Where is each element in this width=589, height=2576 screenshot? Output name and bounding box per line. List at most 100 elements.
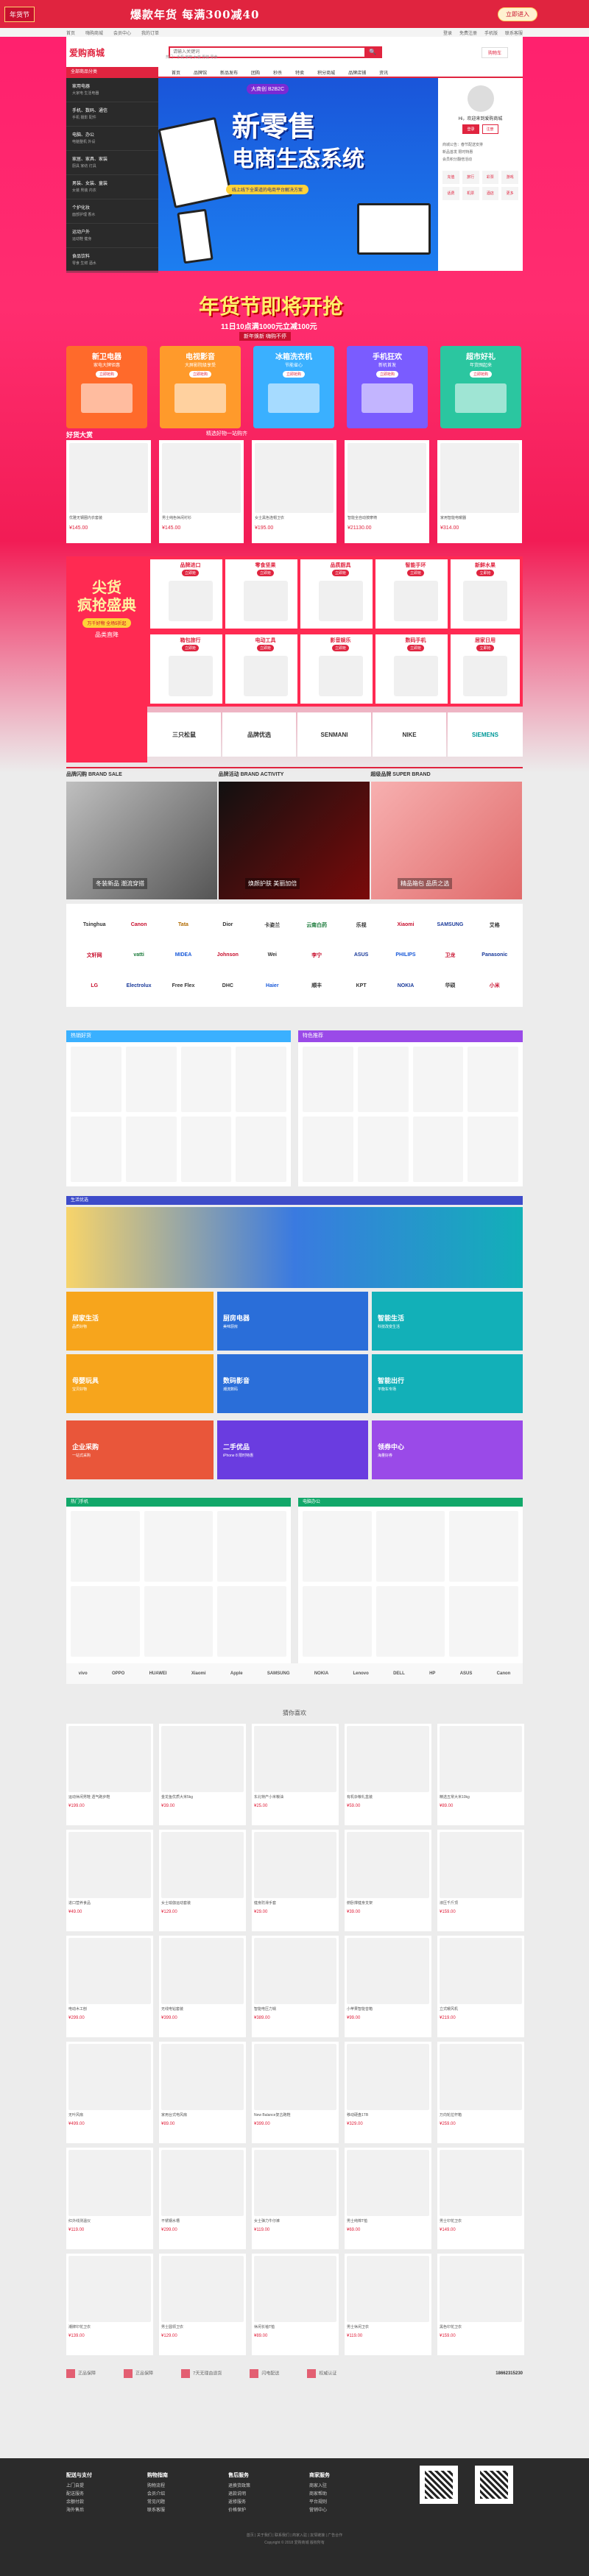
brand-logo[interactable]: vivo	[79, 1671, 88, 1676]
nav-item[interactable]: 秒杀	[273, 69, 282, 76]
category-item[interactable]: 家用电器 大家电 生活电器	[66, 78, 158, 102]
flash-cell[interactable]: 箱包旅行 立即抢	[147, 631, 233, 707]
brand-tile[interactable]: 三只松鼠	[147, 712, 221, 757]
product-card[interactable]: 潮牌印花卫衣 ¥139.00	[66, 2254, 153, 2355]
brand-activity-tab[interactable]: 品牌活动 BRAND ACTIVITY	[218, 767, 371, 780]
hero-banner[interactable]: 大商创 B2B2C 新零售 电商生态系统 线上线下全渠道的电商平台解决方案	[158, 78, 438, 271]
product-card[interactable]: 智能电压力锅 ¥389.00	[252, 1936, 339, 2037]
product-card[interactable]: 智能全自动按摩椅 ¥21130.00	[345, 440, 429, 543]
product-card[interactable]: 男士圆领卫衣 ¥129.00	[159, 2254, 246, 2355]
news-item[interactable]: 商城公告：春节配送安排	[442, 141, 518, 149]
product-card[interactable]: 休闲长袖T恤 ¥89.00	[252, 2254, 339, 2355]
product-card[interactable]: 男士纯色休闲衬衫 ¥145.00	[159, 440, 244, 543]
category-item[interactable]: 男装、女装、童装 女装 男装 内衣	[66, 175, 158, 199]
brand-logo[interactable]: PHILIPS	[395, 952, 415, 958]
promo-card[interactable]: 超市好礼 年货囤起来 立即抢购	[440, 346, 521, 428]
phones-grid[interactable]	[66, 1507, 291, 1683]
product-card[interactable]: 液压千斤顶 ¥159.00	[437, 1830, 524, 1931]
flash-cell[interactable]: 电动工具 立即抢	[222, 631, 308, 707]
top-promo-banner[interactable]: 年货节 爆款年货 每满300减40 立即进入	[0, 0, 589, 28]
brand-logo[interactable]: 云南白药	[306, 921, 327, 929]
product-card[interactable]: 移动硬盘1TB ¥329.00	[345, 2042, 431, 2143]
brand-logo[interactable]: Lenovo	[353, 1671, 368, 1676]
promo-card[interactable]: 冰箱洗衣机 节能省心 立即抢购	[253, 346, 334, 428]
life-tile[interactable]: 二手优品 iPhone 8 限时特惠	[217, 1420, 368, 1479]
life-tile[interactable]: 智能生活 科技改变生活	[372, 1292, 523, 1351]
product-card[interactable]: 进口营养食品 ¥49.00	[66, 1830, 153, 1931]
product-card[interactable]: 俯卧撑健身支架 ¥39.00	[345, 1830, 431, 1931]
topbar-link[interactable]: 会员中心	[113, 29, 131, 36]
brand-logo[interactable]: Johnson	[217, 952, 239, 958]
brand-logo[interactable]: ASUS	[354, 952, 368, 958]
brand-logo[interactable]: Canon	[497, 1671, 511, 1676]
brand-logo[interactable]: 文轩网	[87, 952, 102, 959]
category-item[interactable]: 手机、数码、通信 手机 摄影 配件	[66, 102, 158, 127]
topbar-link[interactable]: 我的订单	[141, 29, 159, 36]
category-item[interactable]: 电脑、办公 电脑整机 外设	[66, 127, 158, 151]
brand-logo[interactable]: 李宁	[311, 952, 322, 959]
life-tile[interactable]: 母婴玩具 宝贝好物	[66, 1354, 214, 1413]
product-card[interactable]: 有机杂粮礼盒装 ¥59.00	[345, 1724, 431, 1825]
nav-item[interactable]: 首页	[172, 69, 180, 76]
brand-logo[interactable]: Tsinghua	[83, 922, 106, 927]
super-brand-tab[interactable]: 超级品牌 SUPER BRAND	[370, 767, 523, 780]
life-tile[interactable]: 领券中心 海量好券	[372, 1420, 523, 1479]
brand-logo[interactable]: 卫龙	[445, 952, 455, 959]
hot-goods-grid[interactable]	[66, 1042, 291, 1186]
register-button[interactable]: 注册	[482, 124, 498, 134]
product-card[interactable]: 家用台式电风扇 ¥89.00	[159, 2042, 246, 2143]
hot-keywords[interactable]: 热门：手机 家电 女装 男装 零食	[166, 54, 218, 60]
product-card[interactable]: 立式暖风机 ¥219.00	[437, 1936, 524, 2037]
brand-banner[interactable]: 焕颜护肤 美丽加倍	[219, 782, 370, 899]
search-button[interactable]: 🔍	[364, 48, 381, 57]
category-item[interactable]: 家居、家具、家装 厨具 家纺 灯具	[66, 151, 158, 175]
product-card[interactable]: 无线电钻套装 ¥399.00	[159, 1936, 246, 2037]
brand-logo[interactable]: NOKIA	[314, 1671, 328, 1676]
service-icon[interactable]: 机票	[462, 187, 479, 200]
brand-logo[interactable]: NOKIA	[398, 983, 415, 988]
brand-logo[interactable]: Apple	[230, 1671, 243, 1676]
life-tile[interactable]: 厨房电器 美味厨房	[217, 1292, 368, 1351]
service-icon[interactable]: 话费	[442, 187, 459, 200]
nav-item[interactable]: 特卖	[295, 69, 304, 76]
flash-sale-panel[interactable]: 尖货 疯抢盛典 万千好物 全场5折起 品类直降	[66, 556, 147, 762]
brand-logo[interactable]: 顺丰	[311, 982, 322, 989]
brand-logo[interactable]: HUAWEI	[149, 1671, 167, 1676]
flash-cell[interactable]: 居家日用 立即抢	[448, 631, 523, 707]
product-card[interactable]: 健身防滑手套 ¥29.00	[252, 1830, 339, 1931]
product-card[interactable]: 优雅无钢圈内衣套装 ¥145.00	[66, 440, 151, 543]
promo-card[interactable]: 新卫电器 家电大牌钜惠 立即抢购	[66, 346, 147, 428]
product-card[interactable]: 男士休闲卫衣 ¥119.00	[345, 2254, 431, 2355]
nav-item[interactable]: 团购	[251, 69, 260, 76]
new-year-banner[interactable]: 年货节即将开抢 11日10点满1000元立减100元 新年焕新 嗨购不停	[96, 291, 449, 344]
brand-banner[interactable]: 精品箱包 品质之选	[371, 782, 522, 899]
brand-sale-tab[interactable]: 品牌闪购 BRAND SALE	[66, 767, 219, 780]
site-logo[interactable]: 爱购商城	[69, 46, 128, 59]
nav-item[interactable]: 新品发布	[220, 69, 238, 76]
brand-logo[interactable]: KPT	[356, 983, 367, 988]
brand-logo[interactable]: 小米	[490, 982, 500, 989]
life-tile[interactable]: 智能出行 平衡车专场	[372, 1354, 523, 1413]
product-card[interactable]: 小苹果智能音箱 ¥99.00	[345, 1936, 431, 2037]
life-tile[interactable]: 数码影音 潮流数码	[217, 1354, 368, 1413]
brand-logo[interactable]: 华硕	[445, 982, 455, 989]
brand-logo[interactable]: vatti	[133, 952, 144, 958]
brand-logo[interactable]: Tata	[178, 922, 188, 927]
life-banner[interactable]	[66, 1207, 523, 1288]
flash-cell[interactable]: 品牌进口 立即抢	[147, 556, 233, 631]
brand-logo[interactable]: Xiaomi	[398, 922, 415, 927]
service-icon[interactable]: 游戏	[501, 171, 518, 184]
flash-cell[interactable]: 品质厨具 立即抢	[297, 556, 384, 631]
brand-logo[interactable]: Xiaomi	[191, 1671, 206, 1676]
category-item[interactable]: 个护化妆 面部护理 香水	[66, 199, 158, 224]
nav-item[interactable]: 品牌馆	[194, 69, 207, 76]
brand-tile[interactable]: 品牌优选	[222, 712, 296, 757]
nav-item[interactable]: 积分商城	[317, 69, 335, 76]
brand-logo[interactable]: ASUS	[460, 1671, 473, 1676]
topbar-link[interactable]: 首页	[66, 29, 75, 36]
flash-cell[interactable]: 影音娱乐 立即抢	[297, 631, 384, 707]
brand-logo[interactable]: Panasonic	[482, 952, 507, 958]
nav-item[interactable]: 品牌店铺	[348, 69, 366, 76]
service-icon[interactable]: 酒店	[482, 187, 499, 200]
product-card[interactable]: 无叶风扇 ¥499.00	[66, 2042, 153, 2143]
